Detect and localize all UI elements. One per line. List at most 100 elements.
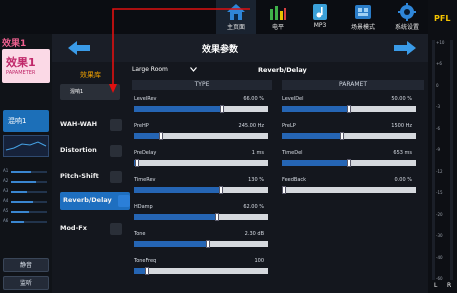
slider-track[interactable] [134,105,268,113]
send-level-key: A1 [3,168,9,173]
send-level-row[interactable]: A2 [3,178,49,184]
slider-track[interactable] [134,240,268,248]
selected-preset-label: 混响1 [8,117,27,125]
parameter-slider[interactable]: PreDelay 1 ms [134,150,268,172]
pfl-right-label: R [447,282,452,289]
effect-distortion-label: Distortion [60,146,97,154]
slider-knob[interactable] [215,213,220,221]
effect-parameters-panel: 效果参数 效果库 混响1 WAH-WAH Distortion Pitch-Sh… [52,34,428,293]
send-level-track [11,201,47,203]
effect-pitch-shift-label: Pitch-Shift [60,172,99,180]
slider-knob[interactable] [347,159,351,167]
parameter-slider[interactable]: HDamp 62.00 % [134,204,268,226]
effect-distortion[interactable]: Distortion [56,142,130,160]
slider-track[interactable] [134,159,268,167]
send-level-key: A6 [3,218,9,223]
slider-knob[interactable] [340,132,345,140]
effect-mod-fx-toggle[interactable] [110,223,122,235]
parameter-slider[interactable]: ToneFreq 100 [134,258,268,280]
selected-preset-chip[interactable]: 混响1 [3,110,49,132]
slider-knob[interactable] [219,186,224,194]
effect-mod-fx-label: Mod-Fx [60,224,87,232]
slider-knob[interactable] [282,186,286,194]
slider-fill [282,133,343,139]
parameter-label: LevelRev [134,96,157,102]
effect-reverb-delay[interactable]: Reverb/Delay [60,192,130,210]
forward-arrow-icon[interactable] [392,40,418,56]
slider-track[interactable] [282,132,416,140]
parameter-slider[interactable]: TimeDel 653 ms [282,150,416,172]
parameter-slider[interactable]: LevelRev 66.00 % [134,96,268,118]
send-level-track [11,181,47,183]
effect-wah-wah[interactable]: WAH-WAH [56,116,130,134]
slider-track[interactable] [134,132,268,140]
pfl-scale-tick: 0 [436,82,439,88]
pfl-scale-tick: -40 [436,254,443,260]
slider-knob[interactable] [145,267,150,275]
parameter-value: 130 % [248,177,264,183]
parameter-label: HDamp [134,204,153,210]
channel-strip: 效果1 效果1 PAPAMETER 混响1 A1 A2 A3 A4 A5 A6 静音 监听 [0,34,52,293]
preset-button[interactable]: 混响1 [60,84,120,100]
parameter-slider[interactable]: PreHP 245.00 Hz [134,123,268,145]
parameter-value: 1500 Hz [391,123,412,129]
send-level-row[interactable]: A6 [3,218,49,224]
parameter-slider[interactable]: TimeRev 130 % [134,177,268,199]
send-level-fill [11,171,31,173]
slider-knob[interactable] [134,159,139,167]
nav-settings[interactable]: 系统设置 [386,0,428,34]
send-level-row[interactable]: A4 [3,198,49,204]
parameter-value: 2.30 dB [244,231,264,237]
parameter-area: Large Room Reverb/Delay TYPE PARAMET Lev… [132,65,424,291]
parameter-slider[interactable]: FeedBack 0.00 % [282,177,416,199]
slider-knob[interactable] [158,132,163,140]
slider-track[interactable] [282,159,416,167]
mixer-screen: 效果1 效果1 PAPAMETER 混响1 A1 A2 A3 A4 A5 A6 静音 监听… [0,0,457,293]
monitor-button[interactable]: 监听 [3,276,49,290]
send-level-row[interactable]: A3 [3,188,49,194]
nav-scene-label: 场景模式 [350,24,375,31]
effect-mod-fx[interactable]: Mod-Fx [56,220,130,238]
effect-reverb-delay-toggle[interactable] [118,195,130,207]
nav-level[interactable]: 电平 [260,0,296,34]
parameter-slider[interactable]: Tone 2.30 dB [134,231,268,253]
parameter-slider[interactable]: PreLP 1500 Hz [282,123,416,145]
room-type-select[interactable]: Large Room [132,66,168,73]
chevron-down-icon[interactable] [190,67,197,72]
effect-wah-wah-toggle[interactable] [110,119,122,131]
channel-sub-label: PAPAMETER [6,70,36,76]
send-level-track [11,171,47,173]
slider-track[interactable] [282,105,416,113]
effect-pitch-shift-toggle[interactable] [110,171,122,183]
nav-mp3[interactable]: MP3 [302,0,338,34]
effect-pitch-shift[interactable]: Pitch-Shift [56,168,130,186]
nav-home[interactable]: 主页面 [216,0,256,34]
send-level-row[interactable]: A1 [3,168,49,174]
parameter-label: FeedBack [282,177,307,183]
slider-track[interactable] [134,213,268,221]
mute-button[interactable]: 静音 [3,258,49,272]
eq-thumbnail[interactable] [3,135,49,157]
send-level-fill [11,181,37,183]
nav-scene[interactable]: 场景模式 [342,0,384,34]
slider-fill [134,187,222,193]
preset-button-label: 混响1 [70,89,84,95]
slider-knob[interactable] [220,105,225,113]
parameter-value: 653 ms [393,150,412,156]
slider-track[interactable] [282,186,416,194]
parameter-slider[interactable]: LevelDel 50.00 % [282,96,416,118]
nav-settings-label: 系统设置 [394,24,419,31]
slider-track[interactable] [134,267,268,275]
back-arrow-icon[interactable] [66,40,92,56]
send-level-key: A3 [3,188,9,193]
send-level-row[interactable]: A5 [3,208,49,214]
effect-distortion-toggle[interactable] [110,145,122,157]
level-meter-icon [270,6,286,20]
parameter-label: TimeRev [134,177,156,183]
nav-mp3-label: MP3 [313,22,327,29]
parameter-value: 1 ms [251,150,264,156]
channel-name-box[interactable]: 效果1 PAPAMETER [2,49,50,83]
slider-track[interactable] [134,186,268,194]
slider-knob[interactable] [205,240,210,248]
slider-knob[interactable] [347,105,351,113]
